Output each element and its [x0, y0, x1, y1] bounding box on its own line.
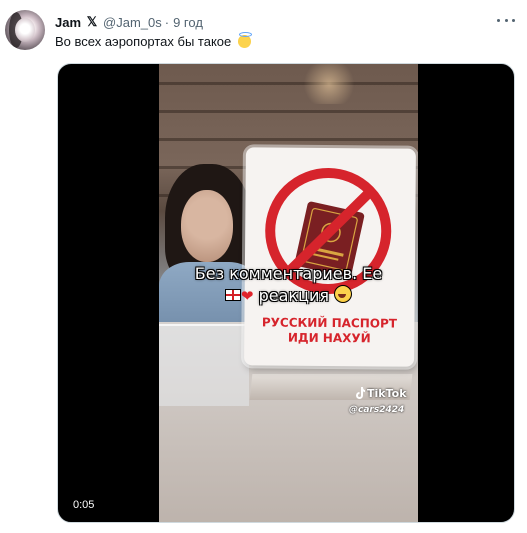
timestamp[interactable]: 9 год	[173, 15, 203, 30]
separator-dot: ·	[164, 14, 170, 30]
heart-emoji-icon: ❤	[240, 287, 254, 305]
author-handle[interactable]: @Jam_0s	[103, 15, 162, 30]
tiktok-brand: TikTok	[367, 387, 407, 400]
caption-line1: Без комментариев. Ее	[194, 264, 383, 283]
tweet-text: Во всех аэропортах бы такое	[55, 32, 252, 49]
sign-text: РУССКИЙ ПАСПОРТ ИДИ НАХУЙ	[244, 315, 414, 346]
tiktok-username: @cars2424	[349, 405, 405, 415]
sweat-smile-emoji-icon	[334, 285, 353, 303]
video-caption: Без комментариев. Ее ❤ реакция	[159, 263, 418, 307]
tweet-text-content: Во всех аэропортах бы такое	[55, 34, 232, 49]
tiktok-watermark: TikTok	[355, 387, 407, 400]
x-badge-icon: 𝕏	[86, 14, 98, 29]
tweet-header: Jam 𝕏 @Jam_0s · 9 год	[55, 13, 203, 31]
video-player[interactable]: РУССКИЙ ПАСПОРТ ИДИ НАХУЙ Без комментари…	[57, 63, 515, 523]
caption-line2: реакция	[258, 286, 329, 305]
more-options-icon[interactable]	[497, 13, 515, 27]
tweet[interactable]: Jam 𝕏 @Jam_0s · 9 год Во всех аэропортах…	[0, 0, 527, 533]
georgia-flag-emoji-icon	[224, 289, 241, 301]
tiktok-logo-icon	[356, 387, 365, 399]
video-frame[interactable]: РУССКИЙ ПАСПОРТ ИДИ НАХУЙ Без комментари…	[159, 64, 418, 522]
avatar[interactable]	[5, 10, 45, 50]
video-duration: 0:05	[70, 498, 98, 512]
author-name[interactable]: Jam	[55, 15, 81, 30]
halo-emoji-icon	[237, 32, 252, 48]
no-passport-sign: РУССКИЙ ПАСПОРТ ИДИ НАХУЙ	[244, 147, 416, 367]
sign-text-line1: РУССКИЙ ПАСПОРТ	[261, 315, 398, 331]
sign-text-line2: ИДИ НАХУЙ	[287, 330, 371, 346]
